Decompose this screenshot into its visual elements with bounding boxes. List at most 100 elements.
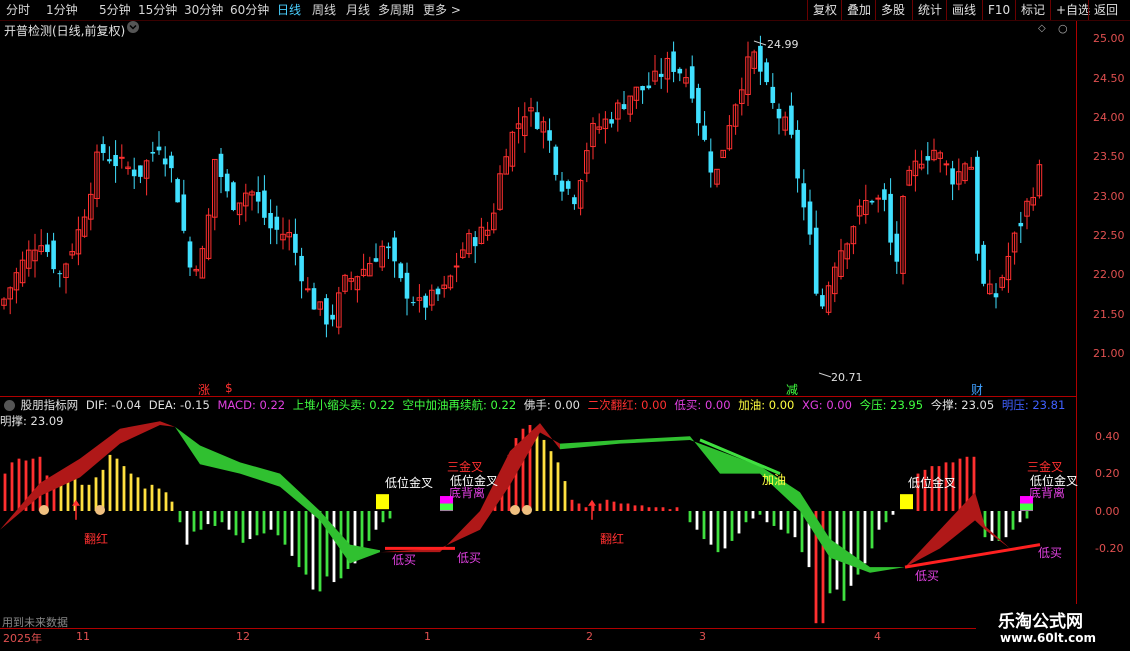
draw-line-button[interactable]: 画线 xyxy=(946,0,981,20)
high-price-label: 24.99 xyxy=(767,38,799,51)
macd-bar xyxy=(381,511,385,523)
macd-bar xyxy=(178,511,182,523)
period-daily[interactable]: 日线 xyxy=(277,2,301,18)
candle-body xyxy=(534,112,540,129)
candle-body xyxy=(776,108,782,119)
macd-bar xyxy=(751,511,755,519)
annotation-low-buy: 低买 xyxy=(457,551,482,565)
field-fuel: 加油: 0.00 xyxy=(738,398,795,412)
macd-bar xyxy=(290,511,294,556)
macd-bar xyxy=(702,511,706,540)
overlay-button[interactable]: 叠加 xyxy=(841,0,876,20)
macd-bar xyxy=(563,481,567,511)
macd-bar xyxy=(737,511,741,534)
back-button[interactable]: 返回 xyxy=(1088,0,1123,20)
period-more[interactable]: 更多 > xyxy=(423,2,461,18)
adjust-button[interactable]: 复权 xyxy=(807,0,842,20)
annotation-golden-cross: 低位金叉 xyxy=(385,476,434,490)
candle-body xyxy=(671,51,676,72)
macd-bar xyxy=(1011,511,1015,530)
indicator-tick: -0.20 xyxy=(1095,542,1124,555)
candle-body xyxy=(187,241,193,268)
signal-square xyxy=(1020,503,1033,511)
candle-body xyxy=(423,295,428,308)
annotation-fanhong: 翻红 xyxy=(84,532,109,546)
candle-body xyxy=(175,179,180,203)
indicator-tick: 0.00 xyxy=(1095,505,1120,518)
macd-bar xyxy=(248,511,252,540)
indicator-name[interactable]: 股朋指标网 xyxy=(21,398,79,412)
macd-bar xyxy=(101,469,105,511)
candle-body xyxy=(553,146,559,175)
macd-bar xyxy=(668,509,672,511)
f10-button[interactable]: F10 xyxy=(982,0,1015,20)
macd-bar xyxy=(31,458,35,511)
candle-body xyxy=(547,130,552,141)
period-30min[interactable]: 30分钟 xyxy=(184,2,223,18)
macd-bar xyxy=(157,488,161,511)
macd-indicator-chart xyxy=(0,421,1041,624)
macd-bar xyxy=(884,511,888,523)
date-label: 11 xyxy=(76,630,90,643)
price-axis: 25.00 24.50 24.00 23.50 23.00 22.50 22.0… xyxy=(1076,21,1130,628)
candle-body xyxy=(311,288,317,310)
candle-body xyxy=(882,189,887,200)
candle-body xyxy=(981,244,986,284)
chevron-down-icon[interactable] xyxy=(4,400,15,411)
macd-bar xyxy=(283,511,287,545)
mark-button[interactable]: 标记 xyxy=(1015,0,1050,20)
macd-bar xyxy=(786,511,790,534)
hand-icon xyxy=(39,505,49,515)
stats-button[interactable]: 统计 xyxy=(912,0,947,20)
candle-body xyxy=(975,156,980,254)
price-tick: 21.50 xyxy=(1093,308,1125,321)
macd-bar xyxy=(241,511,245,543)
macd-bar xyxy=(779,511,783,530)
macd-bar xyxy=(709,511,713,545)
macd-bar xyxy=(374,511,378,530)
candle-body xyxy=(268,213,273,229)
price-tick: 24.50 xyxy=(1093,72,1125,85)
macd-bar xyxy=(360,511,364,553)
macd-bar xyxy=(164,492,168,511)
multi-stock-button[interactable]: 多股 xyxy=(875,0,910,20)
candle-body xyxy=(925,156,931,161)
period-1min[interactable]: 1分钟 xyxy=(46,2,78,18)
period-intraday[interactable]: 分时 xyxy=(6,2,30,18)
macd-bar xyxy=(255,511,259,536)
annotation-triple-cross: 三金叉 xyxy=(447,460,484,474)
field-dif: DIF: -0.04 xyxy=(85,398,142,412)
indicator-tick: 0.20 xyxy=(1095,467,1120,480)
period-60min[interactable]: 60分钟 xyxy=(230,2,269,18)
period-multi[interactable]: 多周期 xyxy=(378,2,414,18)
macd-bar xyxy=(549,451,553,511)
candle-body xyxy=(869,200,875,203)
candle-body xyxy=(559,180,565,192)
candle-body xyxy=(696,87,701,124)
annotation-divergence: 底背离 xyxy=(449,486,486,500)
annotation-triple-cross: 三金叉 xyxy=(1027,460,1064,474)
candle-body xyxy=(410,302,416,304)
period-monthly[interactable]: 月线 xyxy=(346,2,370,18)
candle-body xyxy=(119,156,125,159)
macd-bar xyxy=(647,507,651,511)
candle-body xyxy=(572,197,577,205)
logo-url: www.60lt.com xyxy=(1000,631,1097,645)
marker-dollar: $ xyxy=(225,381,233,395)
period-weekly[interactable]: 周线 xyxy=(312,2,336,18)
macd-bar xyxy=(1018,511,1022,523)
period-15min[interactable]: 15分钟 xyxy=(138,2,177,18)
candle-body xyxy=(57,273,63,275)
candle-body xyxy=(453,265,460,268)
candle-body xyxy=(820,295,825,307)
candle-body xyxy=(807,201,813,235)
field-second-red: 二次翻红: 0.00 xyxy=(587,398,667,412)
up-arrow-icon xyxy=(72,499,80,506)
field-today-sup: 今撑: 23.05 xyxy=(930,398,995,412)
date-label: 2 xyxy=(586,630,593,643)
macd-bar xyxy=(577,503,581,511)
macd-bar xyxy=(199,511,203,530)
period-toolbar: 分时 1分钟 5分钟 15分钟 30分钟 60分钟 日线 周线 月线 多周期 更… xyxy=(0,0,1130,21)
period-5min[interactable]: 5分钟 xyxy=(99,2,131,18)
watermark-logo: 乐淘公式网 www.60lt.com xyxy=(976,604,1130,650)
